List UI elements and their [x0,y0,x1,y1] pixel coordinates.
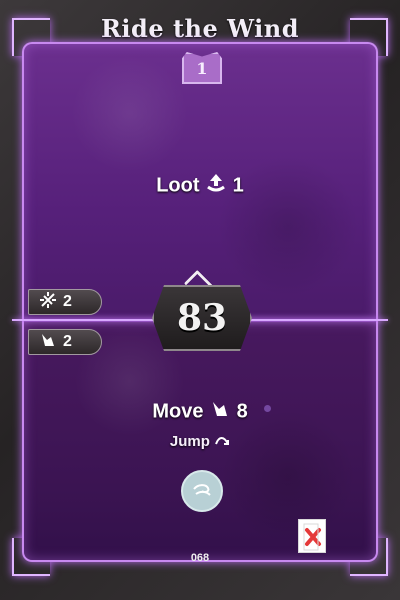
initiative-value: 83 [152,285,252,351]
card-title: Ride the Wind [100,14,299,43]
wind-element-icon[interactable] [181,470,223,512]
jump-label: Jump [169,432,210,450]
move-icon [209,398,231,426]
boot-icon [39,331,57,354]
small-marker-dot [264,405,271,412]
loss-icon [298,519,326,553]
loot-icon [205,172,227,200]
loot-label: Loot [156,174,200,197]
ability-card: Ride the Wind 1 Loot 1 83 2 2 Move 8 Jum… [0,0,400,600]
top-action-loot: Loot 1 [0,172,400,200]
loot-value: 1 [232,174,244,197]
jump-modifier: Jump [0,432,400,452]
spark-icon [39,291,57,314]
card-level-badge: 1 [182,52,222,84]
move-label: Move [152,400,204,423]
move-value: 8 [236,400,248,423]
card-number: 068 [190,552,210,564]
stat-badge-spark: 2 [28,289,102,315]
bottom-action-move: Move 8 [0,398,400,426]
stat-value-top: 2 [63,293,72,310]
jump-icon [214,432,230,452]
stat-badge-boot: 2 [28,329,102,355]
stat-value-bottom: 2 [63,333,72,350]
